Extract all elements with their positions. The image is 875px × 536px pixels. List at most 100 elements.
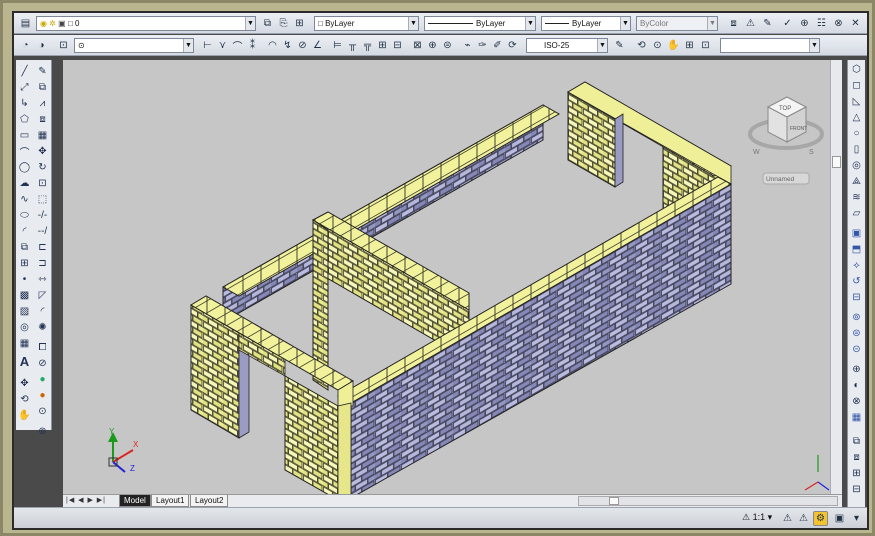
chevron-down-icon[interactable]: ▾ xyxy=(849,511,864,526)
workspace-switch-icon[interactable]: ⚙ xyxy=(813,511,828,526)
orbit-icon[interactable]: ⟲ xyxy=(634,38,649,53)
polysolid-icon[interactable]: ⬡ xyxy=(849,62,864,77)
modify-properties-icon[interactable]: ⚠ xyxy=(743,16,758,31)
erase-icon[interactable]: ✎ xyxy=(35,64,50,79)
revcloud-icon[interactable]: ☁ xyxy=(17,176,32,191)
model-viewport[interactable]: Y X Z TOP FRONT W S Unnamed xyxy=(63,60,830,494)
rectangle-icon[interactable]: ▭ xyxy=(17,128,32,143)
close-icon[interactable]: ✕ xyxy=(848,16,863,31)
plotstyle-dropdown[interactable]: ByColor ▼ xyxy=(636,16,718,31)
camera-icon[interactable]: ⊚ xyxy=(35,424,50,439)
pan-icon[interactable]: ✋ xyxy=(666,38,681,53)
plot-icon[interactable]: ◑ xyxy=(34,38,49,53)
loft-icon[interactable]: ⊟ xyxy=(849,290,864,305)
box-icon[interactable]: ◻ xyxy=(849,78,864,93)
diameter-dim-icon[interactable]: ⊘ xyxy=(295,38,310,53)
ordinate-dim-icon[interactable]: ⁑ xyxy=(245,38,260,53)
point-icon[interactable]: • xyxy=(17,272,32,287)
torus-icon[interactable]: ◎ xyxy=(849,158,864,173)
zoom-extents-icon[interactable]: ⊞ xyxy=(682,38,697,53)
array-icon[interactable]: ▦ xyxy=(35,128,50,143)
flatshot-icon[interactable]: ⊟ xyxy=(849,482,864,497)
tab-layout1[interactable]: Layout1 xyxy=(151,495,190,507)
dim-edit-icon[interactable]: ✑ xyxy=(475,38,490,53)
cone-icon[interactable]: △ xyxy=(849,110,864,125)
dim-update-icon[interactable]: ⟳ xyxy=(505,38,520,53)
zoom-previous-icon[interactable]: ⊡ xyxy=(698,38,713,53)
trim-icon[interactable]: -/- xyxy=(35,208,50,223)
center-mark-icon[interactable]: ⊕ xyxy=(425,38,440,53)
extend-icon[interactable]: --/ xyxy=(35,224,50,239)
copy-icon[interactable]: ⧉ xyxy=(35,80,50,95)
quick-dim-icon[interactable]: ⊨ xyxy=(330,38,345,53)
stretch-icon[interactable]: ⬚ xyxy=(35,192,50,207)
named-views-dropdown[interactable]: ⊙ ▼ xyxy=(74,38,194,53)
pyramid-icon[interactable]: ⟁ xyxy=(849,174,864,189)
circle-icon[interactable]: ◯ xyxy=(17,160,32,175)
continue-dim-icon[interactable]: ╦ xyxy=(360,38,375,53)
arc-icon[interactable]: ⌒ xyxy=(17,144,32,159)
layer-off-icon[interactable]: ⊗ xyxy=(831,16,846,31)
save-icon[interactable]: ◔ xyxy=(18,38,33,53)
3d-array-icon[interactable]: ▦ xyxy=(849,410,864,425)
box-icon[interactable]: ⧠ xyxy=(35,340,50,355)
tab-navigation-arrows[interactable]: |◀ ◀ ▶ ▶| xyxy=(66,496,106,504)
zoom-window-icon[interactable]: ⊡ xyxy=(56,38,71,53)
sweep-icon[interactable]: ⟡ xyxy=(849,258,864,273)
gradient-icon[interactable]: ▨ xyxy=(17,304,32,319)
break-icon[interactable]: ⊏ xyxy=(35,240,50,255)
layer-match-icon[interactable]: ☷ xyxy=(814,16,829,31)
layer-properties-icon[interactable]: ▤ xyxy=(18,16,33,31)
hatch-icon[interactable]: ▩ xyxy=(17,288,32,303)
chamfer-icon[interactable]: ◸ xyxy=(35,288,50,303)
wedge-icon[interactable]: ◺ xyxy=(849,94,864,109)
zoom-icon[interactable]: ⊙ xyxy=(650,38,665,53)
move-icon[interactable]: ✥ xyxy=(17,376,32,391)
jogged-linear-icon[interactable]: ⌁ xyxy=(460,38,475,53)
helix-icon[interactable]: ≋ xyxy=(849,190,864,205)
slice-icon[interactable]: ⧉ xyxy=(849,434,864,449)
polyline-icon[interactable]: ↳ xyxy=(17,96,32,111)
dimstyle-manager-icon[interactable]: ✎ xyxy=(612,38,627,53)
xline-icon[interactable]: ⤢ xyxy=(17,80,32,95)
cylinder-icon[interactable]: ▯ xyxy=(849,142,864,157)
fillet-icon[interactable]: ◜ xyxy=(35,304,50,319)
break-at-point-icon[interactable]: ⊐ xyxy=(35,256,50,271)
dim-text-edit-icon[interactable]: ✐ xyxy=(490,38,505,53)
render-icon[interactable]: ● xyxy=(35,372,50,387)
section-plane-icon[interactable]: ⊞ xyxy=(849,466,864,481)
tab-model[interactable]: Model xyxy=(119,495,151,507)
polygon-icon[interactable]: ⬠ xyxy=(17,112,32,127)
annotation-scale[interactable]: ⚠ 1:1 ▾ xyxy=(742,512,772,523)
scroll-thumb[interactable] xyxy=(832,156,841,168)
vertical-scrollbar[interactable] xyxy=(830,60,842,494)
horizontal-scrollbar[interactable] xyxy=(578,496,838,506)
tab-layout2[interactable]: Layout2 xyxy=(190,495,229,507)
move-icon[interactable]: ✥ xyxy=(35,144,50,159)
rotate-icon[interactable]: ↻ xyxy=(35,160,50,175)
text-icon[interactable]: A xyxy=(17,354,32,369)
join-icon[interactable]: ⇿ xyxy=(35,272,50,287)
line-icon[interactable]: ╱ xyxy=(17,64,32,79)
light-icon[interactable]: ⊙ xyxy=(35,404,50,419)
realistic-style-icon[interactable]: ⊘ xyxy=(35,356,50,371)
arc-length-icon[interactable]: ⌒ xyxy=(230,38,245,53)
3d-align-icon[interactable]: ⊗ xyxy=(849,394,864,409)
lock-icon[interactable]: ▣ xyxy=(832,511,847,526)
baseline-dim-icon[interactable]: ╥ xyxy=(345,38,360,53)
auto-scale-icon[interactable]: ⚠ xyxy=(796,511,811,526)
color-dropdown[interactable]: □ ByLayer ▼ xyxy=(314,16,419,31)
region-icon[interactable]: ◎ xyxy=(17,320,32,335)
dim-break-icon[interactable]: ⊟ xyxy=(390,38,405,53)
annotation-visibility-icon[interactable]: ⚠ xyxy=(780,511,795,526)
dimstyle-dropdown[interactable]: ISO-25 ▼ xyxy=(526,38,608,53)
tolerance-icon[interactable]: ⊠ xyxy=(410,38,425,53)
viewcube[interactable] xyxy=(748,96,824,150)
spline-icon[interactable]: ∿ xyxy=(17,192,32,207)
union-icon[interactable]: ⊚ xyxy=(849,310,864,325)
material-icon[interactable]: ● xyxy=(35,388,50,403)
scale-icon[interactable]: ⊡ xyxy=(35,176,50,191)
table-icon[interactable]: ▦ xyxy=(17,336,32,351)
linetype-dropdown[interactable]: ByLayer ▼ xyxy=(424,16,536,31)
scroll-thumb[interactable] xyxy=(609,497,619,505)
